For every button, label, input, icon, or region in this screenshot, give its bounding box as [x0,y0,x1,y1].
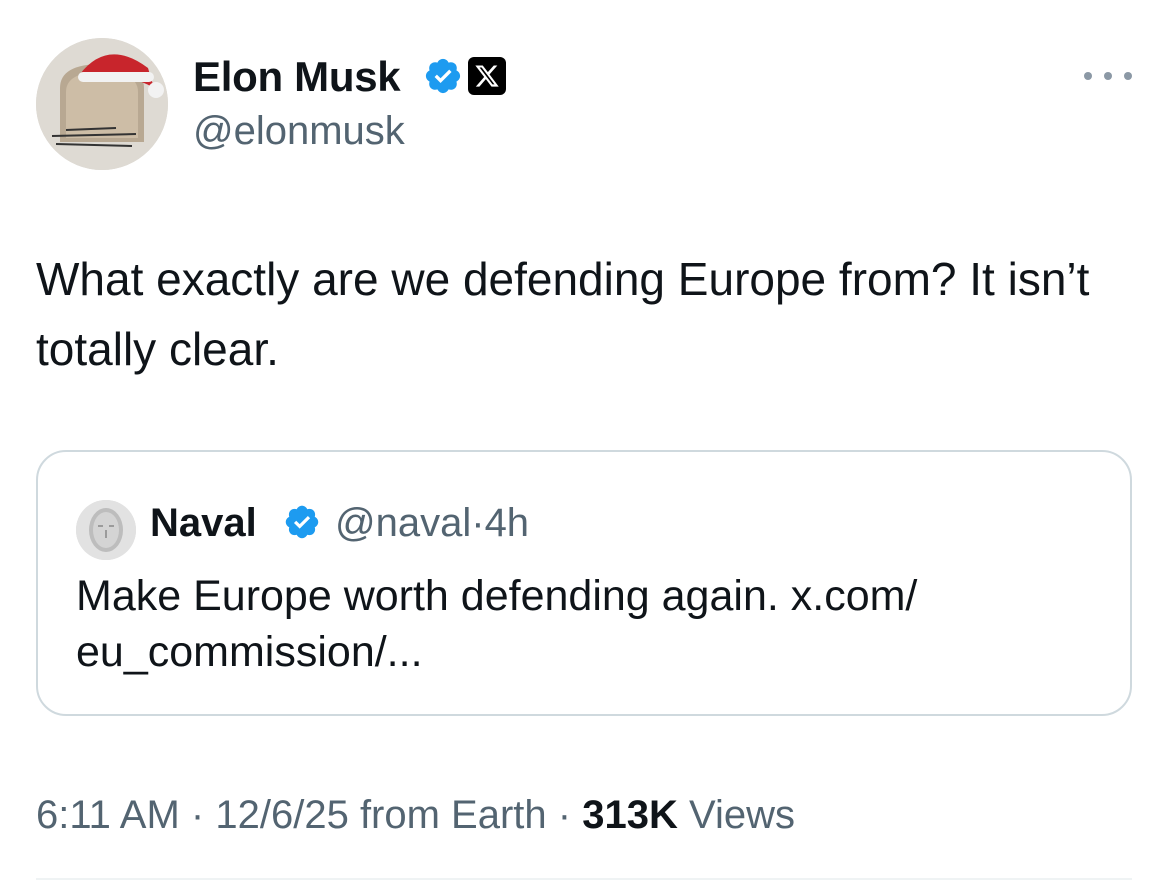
views-count[interactable]: 313K [582,793,678,837]
more-options-icon[interactable] [1084,64,1132,88]
quoted-text-content: Make Europe worth defending again. x.com… [76,572,918,676]
more-dot [1104,72,1112,80]
quoted-tweet-card[interactable]: Naval @naval·4h Make Europe worth defend… [36,450,1132,716]
tweet-date-location[interactable]: 12/6/25 from Earth [215,793,546,837]
tweet-text: What exactly are we defending Europe fro… [36,253,1090,375]
quoted-handle-line: @naval·4h [335,498,529,548]
x-logo-icon[interactable] [468,57,506,95]
quoted-verified-badge-icon[interactable] [283,503,321,541]
quoted-author-name[interactable]: Naval [150,498,257,548]
quoted-avatar-image [76,500,136,560]
views-label: Views [689,793,795,837]
x-logo-glyph [475,65,499,87]
quoted-tweet-age[interactable]: 4h [485,501,530,545]
more-dot [1124,72,1132,80]
meta-separator: · [557,793,572,837]
quoted-author-handle[interactable]: @naval [335,501,471,545]
author-handle[interactable]: @elonmusk [193,106,405,156]
tweet-time[interactable]: 6:11 AM [36,793,180,837]
tweet-meta: 6:11 AM · 12/6/25 from Earth · 313K View… [36,790,795,840]
quoted-author-avatar[interactable] [76,500,136,560]
author-name[interactable]: Elon Musk [193,52,401,102]
more-dot [1084,72,1092,80]
avatar-image [36,38,168,170]
verified-badge-icon[interactable] [423,56,463,96]
author-avatar[interactable] [36,38,168,170]
quoted-separator: · [471,501,485,545]
meta-separator: · [190,793,205,837]
divider [36,878,1132,880]
quoted-tweet-text: Make Europe worth defending again. x.com… [76,568,1076,680]
